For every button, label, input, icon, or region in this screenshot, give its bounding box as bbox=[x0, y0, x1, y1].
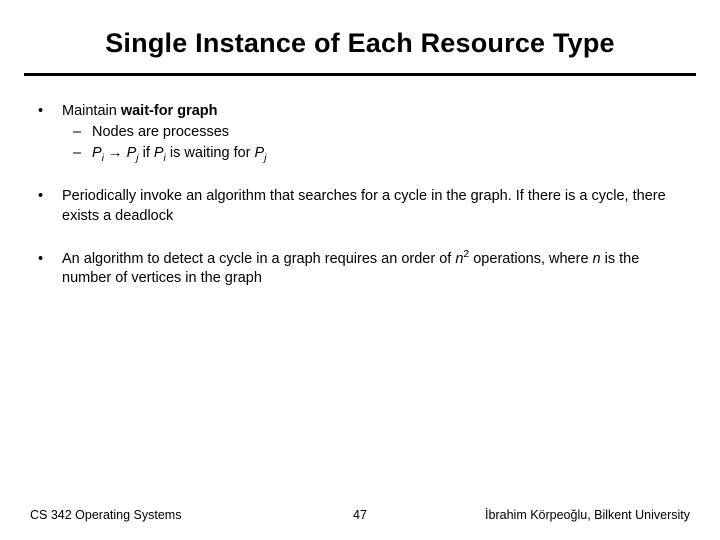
bullet-marker: • bbox=[36, 102, 62, 163]
slide: Single Instance of Each Resource Type • … bbox=[0, 0, 720, 540]
footer-page-number: 47 bbox=[330, 508, 390, 522]
bullet-item: • Maintain wait-for graph – Nodes are pr… bbox=[36, 102, 684, 163]
title-rule bbox=[24, 73, 696, 76]
var-p: P bbox=[92, 145, 102, 161]
text: Periodically invoke an algorithm that se… bbox=[62, 187, 684, 225]
footer-left: CS 342 Operating Systems bbox=[30, 508, 330, 522]
bullet-content: Maintain wait-for graph – Nodes are proc… bbox=[62, 102, 684, 163]
subbullet-item: – Pi → Pj if Pi is waiting for Pj bbox=[62, 144, 684, 163]
text: Pi → Pj if Pi is waiting for Pj bbox=[92, 144, 684, 163]
slide-title: Single Instance of Each Resource Type bbox=[30, 28, 690, 59]
text-bold: wait-for graph bbox=[121, 103, 218, 119]
var-p: P bbox=[127, 145, 137, 161]
var-n: n bbox=[593, 251, 601, 267]
text: Maintain bbox=[62, 103, 121, 119]
sub-i: i bbox=[102, 153, 104, 164]
var-p: P bbox=[154, 145, 164, 161]
bullet-item: • An algorithm to detect a cycle in a gr… bbox=[36, 250, 684, 288]
sub-j: j bbox=[264, 153, 266, 164]
footer-right: İbrahim Körpeoğlu, Bilkent University bbox=[390, 508, 690, 522]
subbullet-item: – Nodes are processes bbox=[62, 123, 684, 142]
text: operations, where bbox=[469, 251, 592, 267]
text: An algorithm to detect a cycle in a grap… bbox=[62, 251, 455, 267]
bullet-marker: • bbox=[36, 250, 62, 288]
bullet-marker: • bbox=[36, 187, 62, 225]
text: Nodes are processes bbox=[92, 123, 684, 142]
var-p: P bbox=[255, 145, 265, 161]
text: is waiting for bbox=[166, 145, 255, 161]
subbullet-marker: – bbox=[62, 144, 92, 163]
slide-footer: CS 342 Operating Systems 47 İbrahim Körp… bbox=[30, 508, 690, 522]
bullet-item: • Periodically invoke an algorithm that … bbox=[36, 187, 684, 225]
slide-body: • Maintain wait-for graph – Nodes are pr… bbox=[30, 102, 690, 288]
arrow-icon: → bbox=[108, 145, 123, 161]
text: An algorithm to detect a cycle in a grap… bbox=[62, 250, 684, 288]
text: if bbox=[139, 145, 154, 161]
subbullet-marker: – bbox=[62, 123, 92, 142]
